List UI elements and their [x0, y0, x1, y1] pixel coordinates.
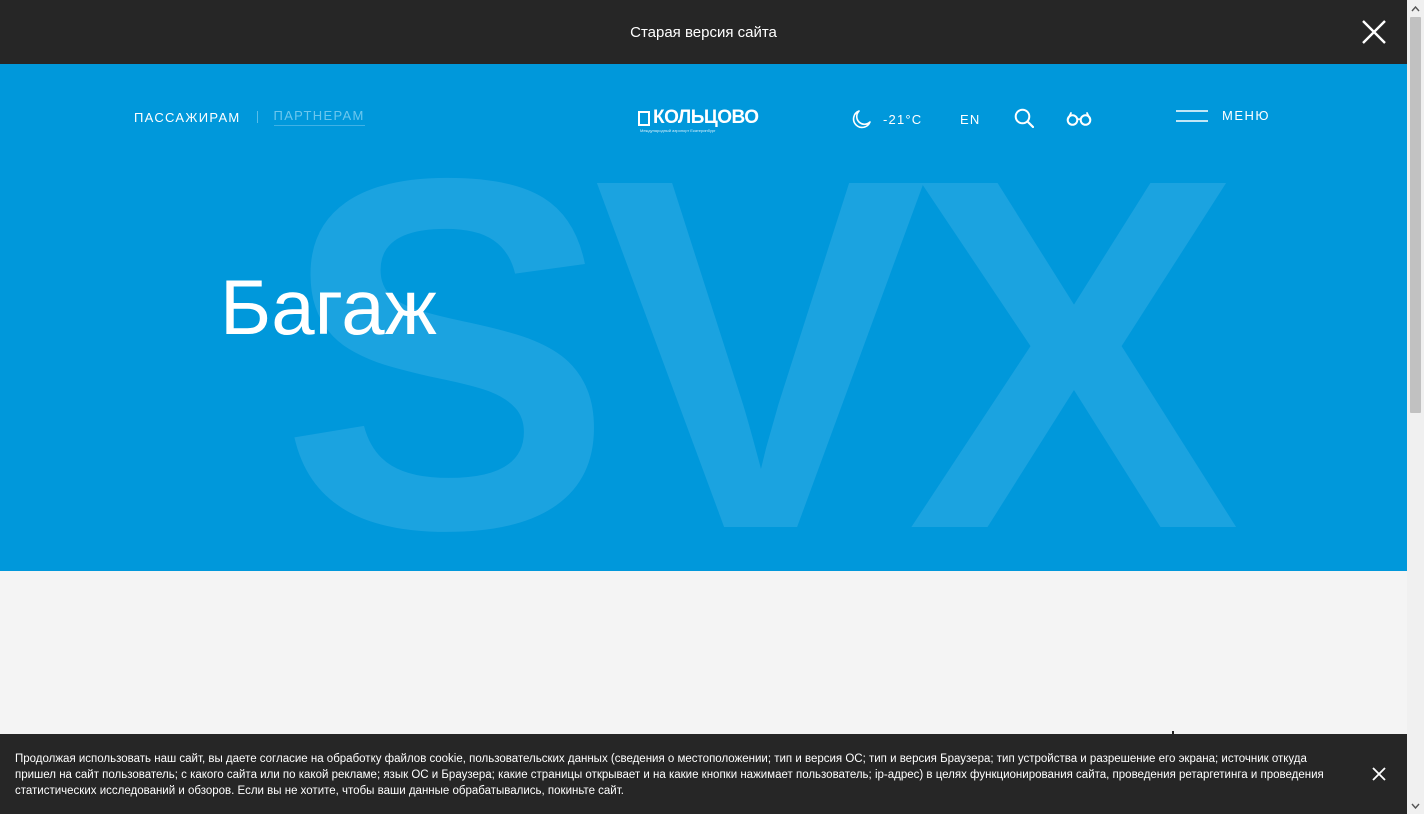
scrollbar[interactable] [1407, 0, 1424, 814]
koltsovo-logo[interactable]: КОЛЬЦОВО Международный аэропорт Екатерин… [638, 107, 770, 133]
nav-partners[interactable]: ПАРТНЕРАМ [273, 108, 365, 126]
cookie-close-icon[interactable] [1371, 766, 1387, 782]
old-version-bar[interactable]: Старая версия сайта [0, 0, 1407, 64]
search-icon[interactable] [1014, 108, 1034, 128]
page-title: Багаж [220, 263, 437, 351]
moon-icon [852, 110, 871, 129]
scroll-up-icon[interactable] [1407, 0, 1424, 17]
accessibility-glasses-icon[interactable] [1066, 108, 1092, 128]
cookie-banner: Продолжая использовать наш сайт, вы дает… [0, 734, 1407, 814]
language-switch[interactable]: EN [960, 112, 980, 127]
hero-section: SVX ПАССАЖИРАМ ПАРТНЕРАМ КОЛЬЦОВО Междун… [0, 64, 1407, 571]
nav-divider [256, 111, 258, 123]
scroll-down-icon[interactable] [1407, 797, 1424, 814]
scrollbar-thumb[interactable] [1410, 17, 1421, 413]
hamburger-icon [1176, 109, 1208, 122]
close-icon[interactable] [1361, 19, 1387, 45]
audience-nav: ПАССАЖИРАМ ПАРТНЕРАМ [134, 108, 365, 126]
temperature: -21°C [883, 111, 923, 127]
menu-label: МЕНЮ [1222, 108, 1271, 123]
old-version-link[interactable]: Старая версия сайта [630, 24, 777, 41]
logo-mark-icon [638, 111, 650, 126]
logo-text: КОЛЬЦОВО [653, 107, 759, 128]
menu-button[interactable]: МЕНЮ [1176, 108, 1270, 123]
logo-tagline: Международный аэропорт Екатеринбург [640, 128, 716, 133]
weather-widget: -21°C [851, 108, 922, 130]
cookie-text: Продолжая использовать наш сайт, вы дает… [15, 753, 1324, 797]
nav-passengers[interactable]: ПАССАЖИРАМ [134, 110, 241, 125]
